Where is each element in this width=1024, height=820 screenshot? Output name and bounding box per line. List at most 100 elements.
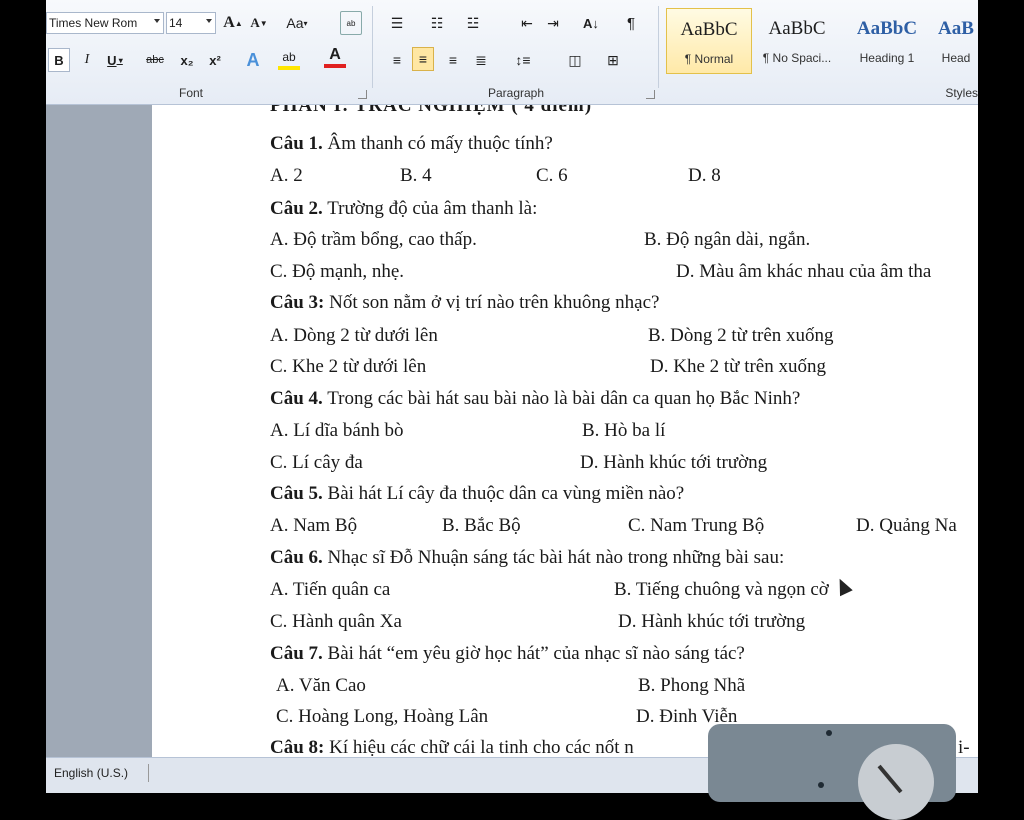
question-3: Câu 3: Nốt son nằm ở vị trí nào trên khu…	[270, 292, 659, 314]
paragraph-dialog-launcher-icon[interactable]	[646, 90, 655, 99]
question-label: Câu 5.	[270, 483, 323, 504]
grow-font-button[interactable]: A ▲	[222, 11, 244, 35]
group-separator	[658, 6, 659, 88]
shrink-font-label: A	[250, 15, 260, 30]
italic-button[interactable]: I	[76, 48, 98, 72]
style-heading-1[interactable]: AaBbC Heading 1	[844, 8, 930, 74]
shrink-font-button[interactable]: A ▼	[248, 11, 270, 35]
question-text: Kí hiệu các chữ cái la tinh cho các nốt …	[324, 737, 634, 757]
option: C. 6	[536, 165, 568, 186]
muted-microphone-icon[interactable]	[858, 744, 934, 820]
option: C. Hoàng Long, Hoàng Lân	[276, 706, 489, 727]
subscript-label: x₂	[180, 52, 194, 68]
font-color-label: A	[329, 46, 341, 63]
sort-label: A↓	[583, 15, 599, 31]
style-sample: AaB	[938, 18, 974, 39]
option: A. 2	[270, 165, 303, 186]
decrease-indent-icon[interactable]: ⇤	[516, 11, 538, 35]
option: D. 8	[688, 165, 721, 186]
option: D. Màu âm khác nhau của âm tha	[676, 261, 932, 282]
option: A. Văn Cao	[276, 675, 366, 696]
change-case-button[interactable]: Aa ▾	[286, 11, 308, 35]
increase-indent-icon[interactable]: ⇥	[542, 11, 564, 35]
question-8: Câu 8: Kí hiệu các chữ cái la tinh cho c…	[270, 737, 634, 757]
style-sample: AaBbC	[856, 18, 918, 39]
align-center-icon[interactable]: ≡	[412, 47, 434, 71]
shading-icon[interactable]: ◫	[564, 48, 586, 72]
superscript-button[interactable]: x²	[204, 48, 226, 72]
overlay-dot	[826, 730, 832, 736]
question-6: Câu 6. Nhạc sĩ Đỗ Nhuận sáng tác bài hát…	[270, 547, 784, 569]
font-name-combo[interactable]: Times New Rom	[46, 12, 164, 34]
align-left-icon[interactable]: ≡	[386, 48, 408, 72]
justify-icon[interactable]: ≣	[470, 48, 492, 72]
align-right-icon[interactable]: ≡	[442, 48, 464, 72]
document-page[interactable]: PHẦN I: TRẮC NGHIỆM ( 4 điểm) Câu 1. Âm …	[152, 105, 978, 757]
question-4: Câu 4. Trong các bài hát sau bài nào là …	[270, 388, 800, 410]
show-formatting-button[interactable]: ¶	[620, 11, 642, 35]
style-heading-2[interactable]: AaB Head	[934, 8, 978, 74]
highlight-button[interactable]: ab	[278, 48, 300, 70]
change-case-label: Aa	[286, 15, 304, 31]
question-5: Câu 5. Bài hát Lí cây đa thuộc dân ca vù…	[270, 483, 684, 505]
style-sample: AaBbC	[768, 18, 826, 39]
style-name: Head	[941, 51, 971, 65]
option: B. 4	[400, 165, 432, 186]
question-1: Câu 1. Âm thanh có mấy thuộc tính?	[270, 133, 553, 155]
chevron-down-icon	[206, 19, 212, 23]
bold-label: B	[54, 52, 64, 68]
font-color-button[interactable]: A	[324, 46, 346, 68]
subscript-button[interactable]: x₂	[176, 48, 198, 72]
bold-button[interactable]: B	[48, 48, 70, 72]
option: B. Dòng 2 từ trên xuống	[648, 325, 834, 346]
group-label-paragraph: Paragraph	[487, 86, 545, 100]
question-text: Trong các bài hát sau bài nào là bài dân…	[322, 388, 801, 409]
font-size-combo[interactable]: 14	[166, 12, 216, 34]
question-label: Câu 8:	[270, 737, 325, 757]
option: B. Tiếng chuông và ngọn cờ	[614, 579, 829, 600]
sort-button[interactable]: A↓	[580, 11, 602, 35]
text-effects-icon[interactable]: A	[242, 48, 264, 72]
question-label: Câu 2.	[270, 198, 323, 219]
borders-icon[interactable]: ⊞	[602, 48, 624, 72]
option: A. Nam Bộ	[270, 515, 358, 536]
option: B. Bắc Bộ	[442, 515, 521, 536]
option: C. Khe 2 từ dưới lên	[270, 356, 427, 377]
question-2: Câu 2. Trường độ của âm thanh là:	[270, 198, 537, 220]
bullets-icon[interactable]: ☰	[386, 11, 408, 35]
option: A. Lí dĩa bánh bò	[270, 420, 404, 441]
question-label: Câu 1.	[270, 133, 323, 154]
option: D. Hành khúc tới trường	[618, 611, 806, 632]
multilevel-list-icon[interactable]: ☳	[462, 11, 484, 35]
style-normal[interactable]: AaBbC ¶ Normal	[666, 8, 752, 74]
font-size-value: 14	[169, 16, 183, 30]
question-text: Âm thanh có mấy thuộc tính?	[322, 133, 553, 154]
strikethrough-label: abc	[146, 54, 164, 66]
option: A. Dòng 2 từ dưới lên	[270, 325, 438, 346]
font-dialog-launcher-icon[interactable]	[358, 90, 367, 99]
option: C. Lí cây đa	[270, 452, 363, 473]
numbering-icon[interactable]: ☷	[426, 11, 448, 35]
overlay-dot	[818, 782, 824, 788]
question-text: Nốt son nằm ở vị trí nào trên khuông nhạ…	[324, 292, 660, 313]
underline-button[interactable]: U ▾	[104, 48, 126, 72]
option: B. Hò ba lí	[582, 420, 666, 441]
pilcrow-icon: ¶	[626, 14, 636, 32]
style-name: ¶ Normal	[684, 52, 734, 66]
strikethrough-button[interactable]: abc	[144, 48, 166, 72]
option: D. Hành khúc tới trường	[580, 452, 768, 473]
section-title: PHẦN I: TRẮC NGHIỆM ( 4 điểm)	[270, 105, 593, 116]
line-spacing-icon[interactable]: ↕≡	[512, 48, 534, 72]
highlight-label: ab	[282, 50, 296, 64]
clear-formatting-icon[interactable]: ab	[340, 11, 362, 35]
option: C. Nam Trung Bộ	[628, 515, 765, 536]
screen-frame-right	[978, 0, 1024, 792]
document-area[interactable]: PHẦN I: TRẮC NGHIỆM ( 4 điểm) Câu 1. Âm …	[46, 105, 978, 757]
style-no-spacing[interactable]: AaBbC ¶ No Spaci...	[754, 8, 840, 74]
option: B. Độ ngân dài, ngắn.	[644, 229, 811, 250]
style-name: Heading 1	[859, 51, 915, 65]
question-7: Câu 7. Bài hát “em yêu giờ học hát” của …	[270, 643, 745, 665]
italic-label: I	[84, 52, 90, 67]
language-indicator[interactable]: English (U.S.)	[54, 766, 128, 780]
screen-frame-left	[0, 0, 46, 792]
